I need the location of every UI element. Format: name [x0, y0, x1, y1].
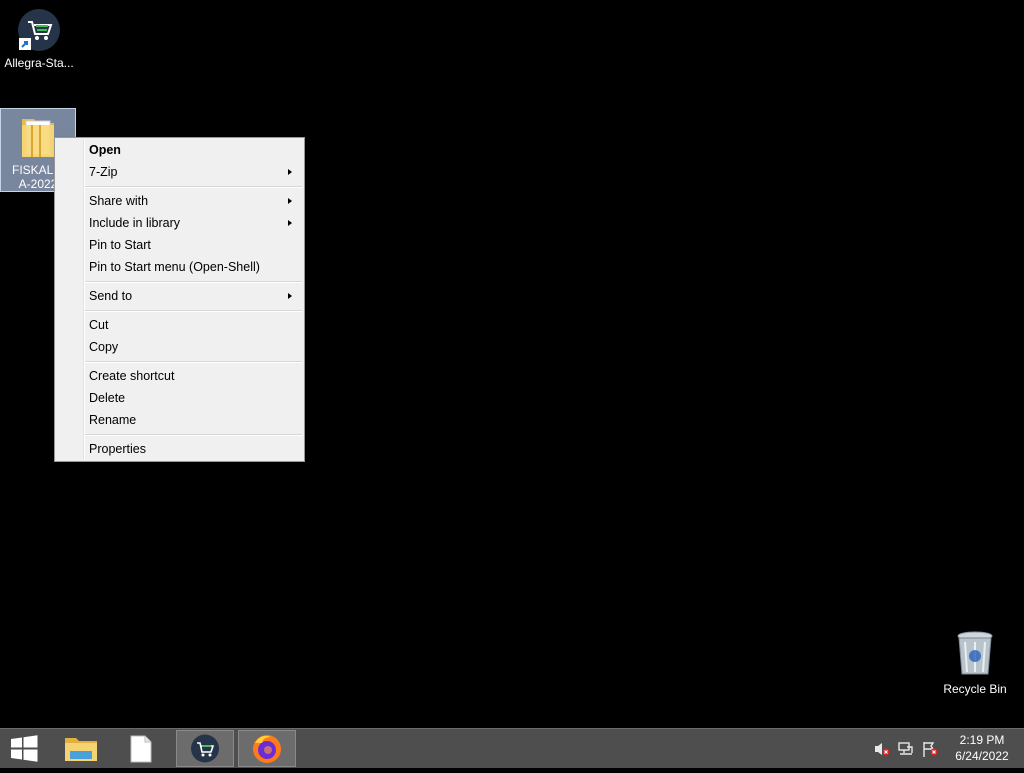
shopping-cart-icon [17, 8, 61, 52]
network-icon[interactable] [898, 741, 914, 757]
file-explorer-icon [65, 738, 97, 761]
menu-item-7zip[interactable]: 7-Zip [57, 161, 302, 183]
menu-item-label: 7-Zip [89, 165, 118, 179]
menu-item-pin-to-start[interactable]: Pin to Start [57, 234, 302, 256]
clock-time: 2:19 PM [959, 733, 1005, 747]
menu-item-label: Include in library [89, 216, 181, 230]
menu-item-delete[interactable]: Delete [57, 387, 302, 409]
menu-separator [85, 361, 302, 363]
menu-item-rename[interactable]: Rename [57, 409, 302, 431]
menu-separator [85, 310, 302, 312]
menu-separator [85, 434, 302, 436]
menu-item-label: Cut [89, 318, 109, 332]
menu-item-label: Create shortcut [89, 369, 175, 383]
menu-item-label: Pin to Start menu (Open-Shell) [89, 260, 260, 274]
menu-item-send-to[interactable]: Send to [57, 285, 302, 307]
folder-icon [18, 113, 58, 161]
allegra-store-taskbar-button[interactable] [176, 730, 234, 767]
menu-item-label: Pin to Start [89, 238, 151, 252]
menu-item-open[interactable]: Open [57, 139, 302, 161]
recycle-bin-icon [955, 630, 995, 678]
volume-muted-icon[interactable] [874, 741, 890, 757]
windows-logo-icon [11, 735, 38, 762]
context-menu: Open 7-Zip Share with Include in library… [54, 137, 305, 462]
menu-separator [85, 281, 302, 283]
menu-item-create-shortcut[interactable]: Create shortcut [57, 365, 302, 387]
menu-item-label: Properties [89, 442, 146, 456]
menu-item-copy[interactable]: Copy [57, 336, 302, 358]
system-clock[interactable]: 2:19 PM 6/24/2022 [946, 732, 1018, 764]
allegra-label: Allegra-Sta... [4, 56, 74, 70]
submenu-arrow-icon [288, 169, 292, 175]
menu-item-label: Delete [89, 391, 126, 405]
recycle-bin[interactable]: Recycle Bin [937, 630, 1013, 696]
allegra-store-shortcut[interactable]: Allegra-Sta... [1, 8, 77, 70]
blank-document-button[interactable] [112, 730, 170, 767]
menu-item-share-with[interactable]: Share with [57, 190, 302, 212]
menu-item-label: Open [89, 143, 121, 157]
submenu-arrow-icon [288, 198, 292, 204]
action-center-flag-icon[interactable] [922, 741, 938, 757]
clock-date: 6/24/2022 [955, 749, 1009, 763]
blank-document-icon [130, 735, 152, 763]
recycle-bin-label: Recycle Bin [943, 682, 1007, 696]
menu-item-properties[interactable]: Properties [57, 438, 302, 460]
menu-separator [85, 186, 302, 188]
firefox-taskbar-button[interactable] [238, 730, 296, 767]
menu-item-cut[interactable]: Cut [57, 314, 302, 336]
file-explorer-button[interactable] [52, 730, 110, 767]
firefox-icon [253, 735, 281, 763]
menu-item-include-in-library[interactable]: Include in library [57, 212, 302, 234]
submenu-arrow-icon [288, 293, 292, 299]
menu-item-label: Share with [89, 194, 149, 208]
menu-item-label: Send to [89, 289, 133, 303]
menu-item-pin-to-start-menu[interactable]: Pin to Start menu (Open-Shell) [57, 256, 302, 278]
start-button[interactable] [0, 730, 48, 767]
menu-item-label: Copy [89, 340, 119, 354]
menu-item-label: Rename [89, 413, 137, 427]
taskbar: 2:19 PM 6/24/2022 [0, 728, 1024, 768]
shopping-cart-icon [191, 734, 219, 763]
submenu-arrow-icon [288, 220, 292, 226]
